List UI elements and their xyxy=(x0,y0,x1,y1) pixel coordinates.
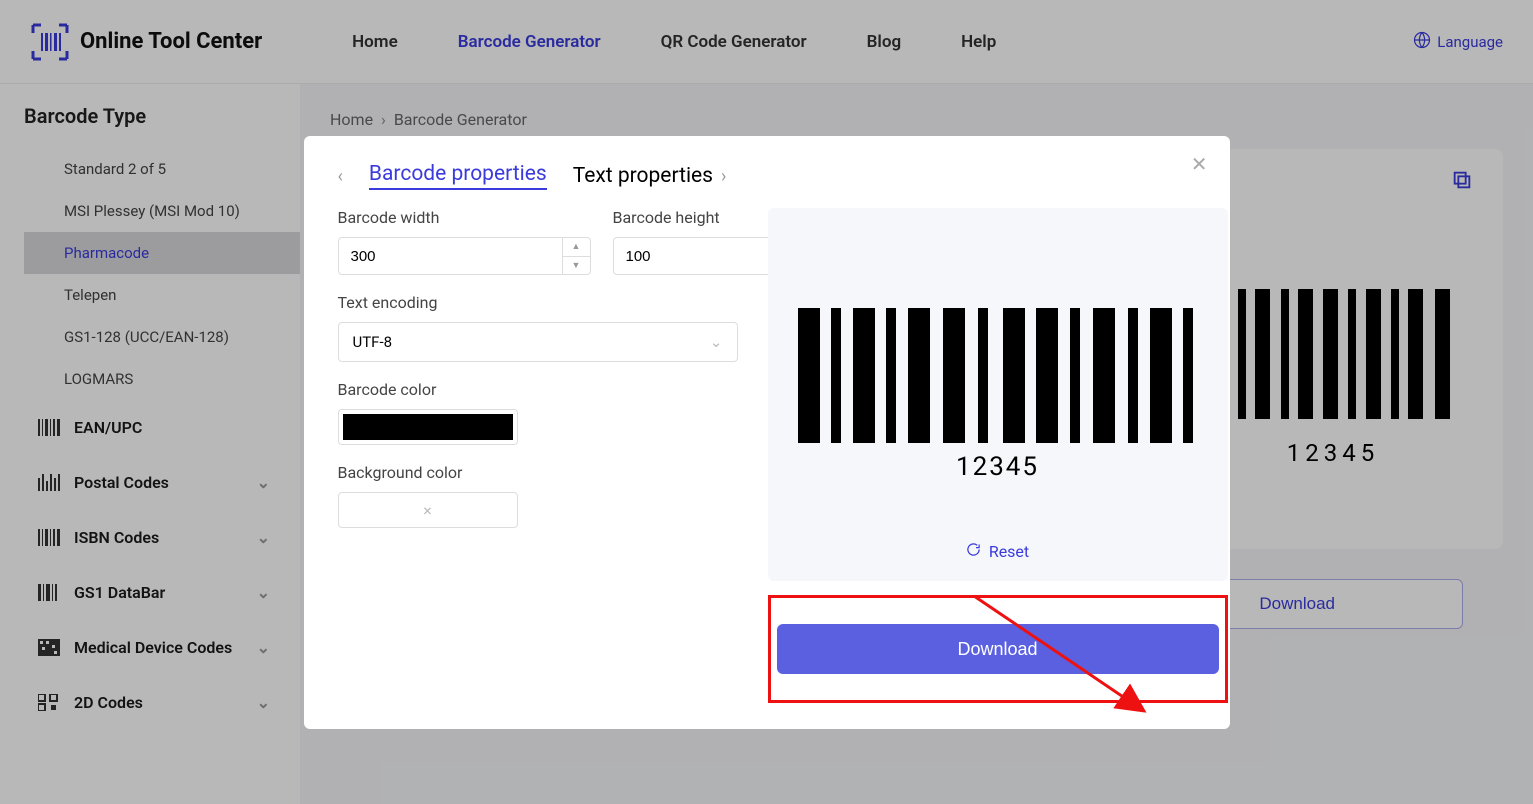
modal-overlay[interactable]: ✕ ‹ Barcode properties Text properties ›… xyxy=(0,0,1533,804)
stepper-down-icon[interactable]: ▼ xyxy=(563,257,590,275)
modal-download-button[interactable]: Download xyxy=(777,624,1219,674)
encoding-value: UTF-8 xyxy=(353,333,393,351)
barcode-preview-box: 12345 Reset xyxy=(768,208,1228,581)
reset-label: Reset xyxy=(989,542,1029,561)
form-column: Barcode width ▲ ▼ Barcode height xyxy=(338,208,738,703)
modal-tabs: ‹ Barcode properties Text properties › xyxy=(338,162,1196,190)
background-color-label: Background color xyxy=(338,463,738,482)
barcode-width-value[interactable] xyxy=(339,238,562,274)
barcode-width-field: Barcode width ▲ ▼ xyxy=(338,208,591,275)
chevron-left-icon[interactable]: ‹ xyxy=(338,166,343,187)
close-icon[interactable]: ✕ xyxy=(1191,152,1208,176)
barcode-preview-icon xyxy=(798,308,1198,448)
chevron-right-icon[interactable]: › xyxy=(721,166,726,187)
tab-barcode-properties[interactable]: Barcode properties xyxy=(369,162,547,190)
barcode-color-label: Barcode color xyxy=(338,380,738,399)
background-color-field: Background color × xyxy=(338,463,738,528)
clear-icon[interactable]: × xyxy=(423,501,432,520)
barcode-width-label: Barcode width xyxy=(338,208,591,227)
chevron-down-icon: ⌄ xyxy=(710,333,723,351)
barcode-color-swatch[interactable] xyxy=(338,409,518,445)
barcode-properties-modal: ✕ ‹ Barcode properties Text properties ›… xyxy=(304,136,1230,729)
encoding-select[interactable]: UTF-8 ⌄ xyxy=(338,322,738,362)
encoding-label: Text encoding xyxy=(338,293,738,312)
background-color-swatch[interactable]: × xyxy=(338,492,518,528)
stepper-up-icon[interactable]: ▲ xyxy=(563,238,590,257)
barcode-color-field: Barcode color xyxy=(338,380,738,445)
modal-body: Barcode width ▲ ▼ Barcode height xyxy=(338,208,1196,703)
reset-button[interactable]: Reset xyxy=(798,542,1198,561)
barcode-width-input[interactable]: ▲ ▼ xyxy=(338,237,591,275)
tab-text-properties[interactable]: Text properties xyxy=(573,164,713,188)
download-highlight-box: Download xyxy=(768,595,1228,703)
reset-icon xyxy=(966,542,981,561)
encoding-field: Text encoding UTF-8 ⌄ xyxy=(338,293,738,362)
preview-column: 12345 Reset Download xyxy=(768,208,1228,703)
barcode-preview-label: 12345 xyxy=(798,452,1198,482)
